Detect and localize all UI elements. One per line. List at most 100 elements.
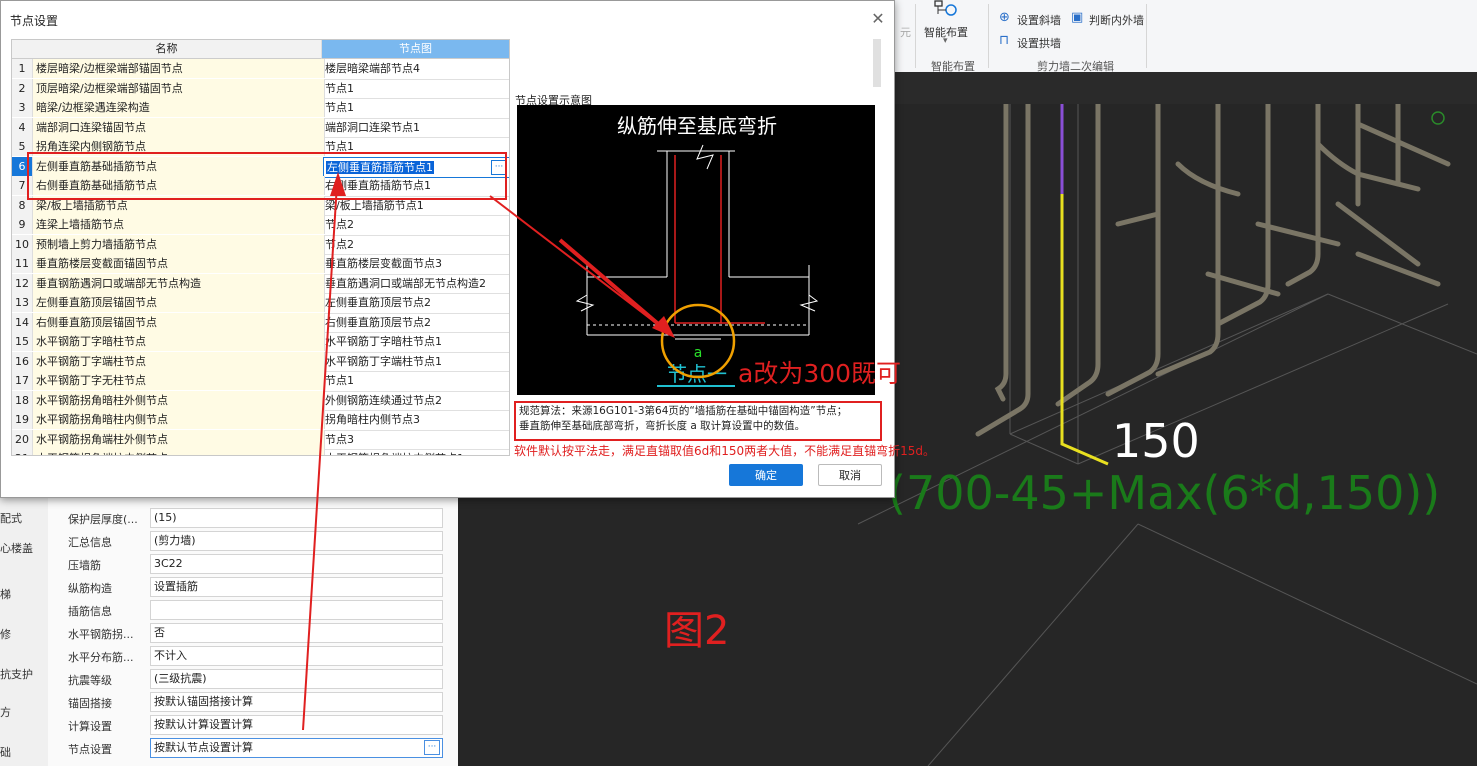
prop-row-calc: 计算设置 按默认计算设置计算	[68, 715, 492, 735]
nav-item-floor[interactable]: 心楼盖	[0, 540, 33, 556]
row-node-cell[interactable]: 楼层暗梁端部节点4	[323, 59, 508, 78]
prop-row-seismic: 抗震等级 (三级抗震)	[68, 669, 492, 689]
prop-value[interactable]: (剪力墙)	[150, 531, 443, 551]
prop-row-anchor: 锚固搭接 按默认锚固搭接计算	[68, 692, 492, 712]
chevron-down-icon[interactable]: ▾	[943, 36, 948, 46]
figure-label: 图2	[664, 608, 730, 654]
row-name-cell[interactable]: 暗梁/边框梁遇连梁构造	[33, 98, 325, 117]
row-node-cell[interactable]: 垂直筋遇洞口或端部无节点构造2	[323, 274, 508, 293]
close-icon[interactable]: ✕	[869, 9, 887, 28]
row-node-cell[interactable]: 节点2	[323, 215, 508, 234]
table-row[interactable]: 20 水平钢筋拐角端柱外侧节点 节点3	[12, 429, 509, 450]
row-name-cell[interactable]: 水平钢筋丁字无柱节点	[33, 371, 325, 390]
judge-wall-icon: ▣	[1071, 10, 1084, 25]
table-row[interactable]: 1 楼层暗梁/边框梁端部锚固节点 楼层暗梁端部节点4	[12, 59, 509, 80]
prop-value[interactable]: 否	[150, 623, 443, 643]
table-row[interactable]: 11 垂直筋楼层变截面锚固节点 垂直筋楼层变截面节点3	[12, 254, 509, 275]
table-row[interactable]: 17 水平钢筋丁字无柱节点 节点1	[12, 371, 509, 392]
row-name-cell[interactable]: 端部洞口连梁锚固节点	[33, 117, 325, 137]
table-row[interactable]: 9 连梁上墙插筋节点 节点2	[12, 215, 509, 236]
row-name-cell[interactable]: 水平钢筋拐角端柱内侧节点	[33, 449, 325, 455]
diagram-node-label: 节点一	[667, 362, 727, 386]
row-node-cell[interactable]: 节点1	[323, 98, 508, 117]
row-name-cell[interactable]: 左侧垂直筋顶层锚固节点	[33, 293, 325, 312]
prop-value[interactable]: 3C22	[150, 554, 443, 574]
diagram-dimension-a: a	[694, 345, 703, 361]
prop-label: 锚固搭接	[68, 697, 112, 710]
nav-item-prefab[interactable]: 配式	[0, 510, 22, 526]
row-number: 21	[12, 449, 33, 455]
row-node-cell[interactable]: 外侧钢筋连续通过节点2	[323, 391, 508, 410]
row-node-cell[interactable]: 节点3	[323, 430, 508, 449]
row-name-cell[interactable]: 连梁上墙插筋节点	[33, 215, 325, 234]
prop-label: 保护层厚度(...	[68, 513, 138, 526]
prop-value[interactable]: (15)	[150, 508, 443, 528]
prop-value[interactable]: (三级抗震)	[150, 669, 443, 689]
nav-item-decor[interactable]: 修	[0, 626, 11, 642]
row-number: 17	[12, 371, 33, 390]
table-row[interactable]: 2 顶层暗梁/边框梁端部锚固节点 节点1	[12, 78, 509, 99]
table-row[interactable]: 19 水平钢筋拐角暗柱内侧节点 拐角暗柱内侧节点3	[12, 410, 509, 431]
table-row[interactable]: 16 水平钢筋丁字端柱节点 水平钢筋丁字端柱节点1	[12, 351, 509, 372]
row-node-cell[interactable]: 水平钢筋丁字端柱节点1	[323, 352, 508, 371]
table-row[interactable]: 14 右侧垂直筋顶层锚固节点 右侧垂直筋顶层节点2	[12, 312, 509, 333]
node-grid: 名称 节点图 1 楼层暗梁/边框梁端部锚固节点 楼层暗梁端部节点4 2 顶层暗梁/边框梁…	[11, 39, 510, 456]
row-number: 3	[12, 98, 33, 117]
dimension-150-label: 150	[1112, 414, 1200, 468]
row-node-cell[interactable]: 拐角暗柱内侧节点3	[323, 410, 508, 429]
prop-value[interactable]: 设置插筋	[150, 577, 443, 597]
set-arch-wall-button[interactable]: 设置拱墙	[1017, 35, 1061, 51]
cancel-button[interactable]: 取消	[818, 464, 882, 486]
prop-value[interactable]	[150, 600, 443, 620]
prop-value[interactable]: 不计入	[150, 646, 443, 666]
row-name-cell[interactable]: 水平钢筋拐角端柱外侧节点	[33, 429, 325, 449]
smart-layout-icon[interactable]	[931, 0, 961, 20]
row-name-cell[interactable]: 顶层暗梁/边框梁端部锚固节点	[33, 78, 325, 98]
nav-item-foundation[interactable]: 础	[0, 744, 11, 760]
diagram-title: 纵筋伸至基底弯折	[617, 114, 777, 138]
row-name-cell[interactable]: 水平钢筋丁字端柱节点	[33, 351, 325, 371]
prop-value-node-setting[interactable]: 按默认节点设置计算	[150, 738, 443, 758]
row-node-cell[interactable]: 左侧垂直筋顶层节点2	[323, 293, 508, 312]
prop-value[interactable]: 按默认计算设置计算	[150, 715, 443, 735]
prop-value[interactable]: 按默认锚固搭接计算	[150, 692, 443, 712]
row-number: 2	[12, 78, 33, 98]
row-node-cell[interactable]: 水平钢筋丁字暗柱节点1	[323, 332, 508, 351]
row-node-cell[interactable]: 节点2	[323, 235, 508, 254]
table-row[interactable]: 18 水平钢筋拐角暗柱外侧节点 外侧钢筋连续通过节点2	[12, 390, 509, 411]
row-name-cell[interactable]: 楼层暗梁/边框梁端部锚固节点	[33, 59, 325, 78]
row-name-cell[interactable]: 水平钢筋拐角暗柱外侧节点	[33, 390, 325, 410]
table-row[interactable]: 4 端部洞口连梁锚固节点 端部洞口连梁节点1	[12, 117, 509, 138]
nav-item-stair[interactable]: 梯	[0, 586, 11, 602]
nav-item-earth[interactable]: 方	[0, 704, 11, 720]
row-name-cell[interactable]: 水平钢筋拐角暗柱内侧节点	[33, 410, 325, 429]
table-row[interactable]: 21水平钢筋拐角端柱内侧节点水平钢筋拐角端柱内侧节点1	[12, 449, 509, 455]
row-node-cell[interactable]: 节点1	[323, 371, 508, 390]
row-name-cell[interactable]: 水平钢筋丁字暗柱节点	[33, 332, 325, 351]
row-name-cell[interactable]: 右侧垂直筋顶层锚固节点	[33, 312, 325, 332]
row-node-cell[interactable]: 节点1	[323, 79, 508, 98]
row-number: 9	[12, 215, 33, 234]
row-name-cell[interactable]: 预制墙上剪力墙插筋节点	[33, 234, 325, 254]
table-row[interactable]: 13 左侧垂直筋顶层锚固节点 左侧垂直筋顶层节点2	[12, 293, 509, 314]
table-row[interactable]: 12 垂直钢筋遇洞口或端部无节点构造 垂直筋遇洞口或端部无节点构造2	[12, 273, 509, 294]
table-row[interactable]: 10 预制墙上剪力墙插筋节点 节点2	[12, 234, 509, 255]
node-setting-ellipsis-button[interactable]: ···	[424, 740, 440, 755]
table-row[interactable]: 15 水平钢筋丁字暗柱节点 水平钢筋丁字暗柱节点1	[12, 332, 509, 353]
nav-item-support[interactable]: 抗支护	[0, 666, 33, 682]
row-node-cell[interactable]: 水平钢筋拐角端柱内侧节点1	[323, 449, 508, 455]
prop-row-cover: 保护层厚度(... (15)	[68, 508, 492, 528]
row-name-cell[interactable]: 垂直钢筋遇洞口或端部无节点构造	[33, 273, 325, 293]
grid-scrollbar[interactable]	[873, 39, 881, 87]
prop-label: 纵筋构造	[68, 582, 112, 595]
ok-button[interactable]: 确定	[729, 464, 803, 486]
prop-label: 节点设置	[68, 743, 112, 756]
row-node-cell[interactable]: 端部洞口连梁节点1	[323, 118, 508, 137]
set-slant-wall-button[interactable]: 设置斜墙	[1017, 12, 1061, 28]
judge-inner-outer-wall-button[interactable]: 判断内外墙	[1089, 12, 1144, 28]
prop-row-node: 节点设置 按默认节点设置计算 ···	[68, 738, 492, 758]
row-node-cell[interactable]: 垂直筋楼层变截面节点3	[323, 254, 508, 273]
row-node-cell[interactable]: 右侧垂直筋顶层节点2	[323, 313, 508, 332]
row-name-cell[interactable]: 垂直筋楼层变截面锚固节点	[33, 254, 325, 273]
table-row[interactable]: 3 暗梁/边框梁遇连梁构造 节点1	[12, 98, 509, 119]
